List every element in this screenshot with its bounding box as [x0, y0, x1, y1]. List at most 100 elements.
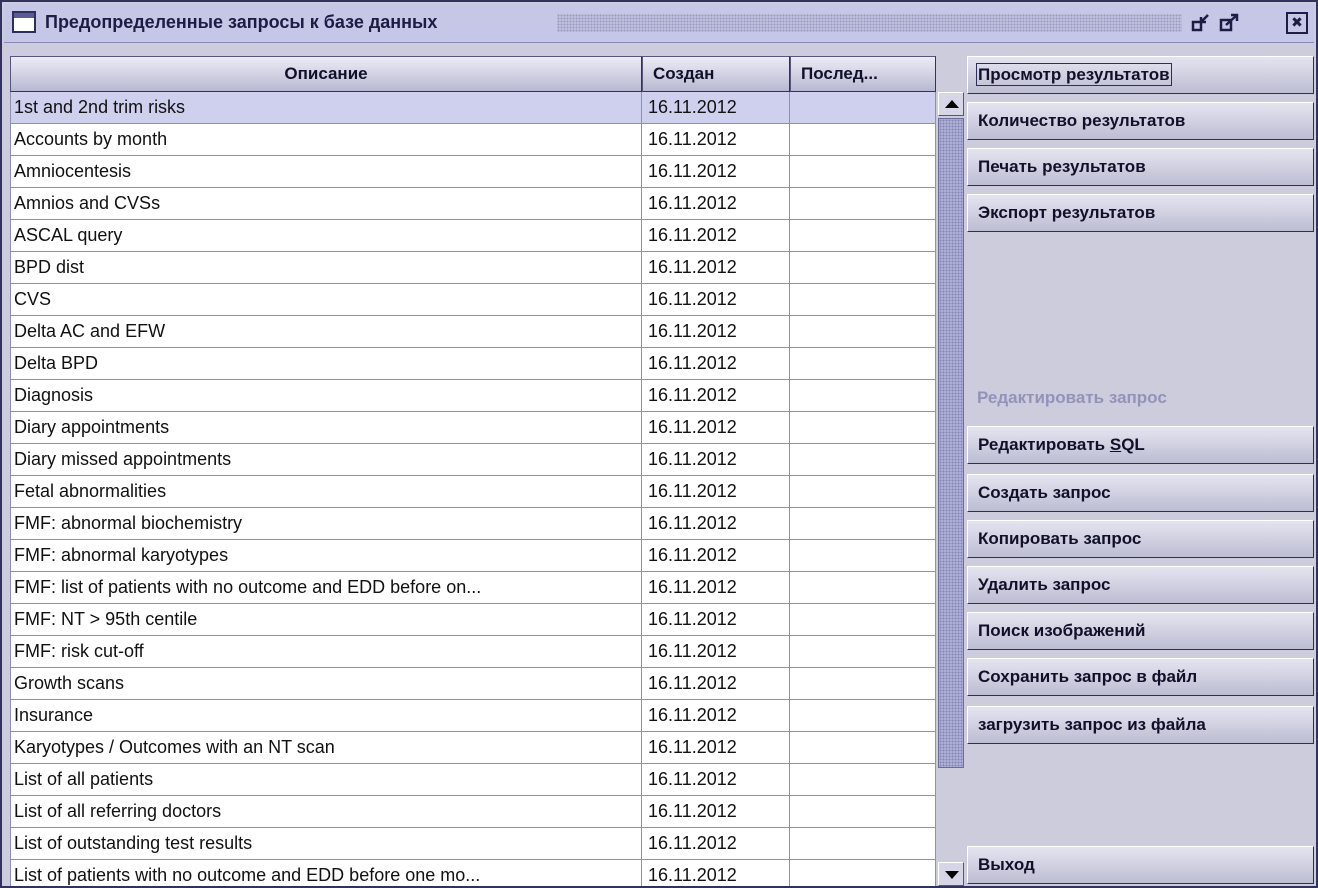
query-window: Предопределенные запросы к базе данных ✖…: [0, 0, 1318, 888]
window-icon: [12, 11, 36, 33]
table-row[interactable]: Growth scans 16.11.2012: [10, 668, 936, 700]
table-row[interactable]: List of outstanding test results 16.11.20…: [10, 828, 936, 860]
cell-last-run: [790, 732, 936, 764]
cell-last-run: [790, 252, 936, 284]
table-row[interactable]: ASCAL query 16.11.2012: [10, 220, 936, 252]
cell-description: Amniocentesis: [10, 156, 642, 188]
load-query-from-file-button[interactable]: загрузить запрос из файла: [967, 706, 1314, 744]
cell-description: FMF: risk cut-off: [10, 636, 642, 668]
cell-description: FMF: NT > 95th centile: [10, 604, 642, 636]
table-row[interactable]: 1st and 2nd trim risks 16.11.2012: [10, 92, 936, 124]
cell-last-run: [790, 188, 936, 220]
window-title: Предопределенные запросы к базе данных: [45, 12, 438, 32]
cell-created: 16.11.2012: [642, 348, 790, 380]
cell-created: 16.11.2012: [642, 764, 790, 796]
cell-last-run: [790, 380, 936, 412]
column-header-last-run[interactable]: Послед...: [790, 56, 936, 92]
cell-last-run: [790, 124, 936, 156]
table-row[interactable]: Insurance 16.11.2012: [10, 700, 936, 732]
exit-button[interactable]: Выход: [967, 846, 1314, 884]
cell-created: 16.11.2012: [642, 572, 790, 604]
cell-last-run: [790, 284, 936, 316]
table-row[interactable]: Amniocentesis 16.11.2012: [10, 156, 936, 188]
cell-created: 16.11.2012: [642, 220, 790, 252]
table-row[interactable]: FMF: list of patients with no outcome an…: [10, 572, 936, 604]
edit-sql-button[interactable]: Редактировать SQL: [967, 426, 1314, 464]
table-row[interactable]: Diagnosis 16.11.2012: [10, 380, 936, 412]
cell-last-run: [790, 540, 936, 572]
table-row[interactable]: Accounts by month 16.11.2012: [10, 124, 936, 156]
table-row[interactable]: CVS 16.11.2012: [10, 284, 936, 316]
create-query-button[interactable]: Создать запрос: [967, 474, 1314, 512]
vertical-scrollbar[interactable]: [938, 92, 964, 886]
export-results-button[interactable]: Экспорт результатов: [967, 194, 1314, 232]
cell-description: Delta BPD: [10, 348, 642, 380]
column-header-description[interactable]: Описание: [10, 56, 642, 92]
edit-query-button: Редактировать запрос: [977, 388, 1167, 407]
table-row[interactable]: Amnios and CVSs 16.11.2012: [10, 188, 936, 220]
table-row[interactable]: Diary missed appointments 16.11.2012: [10, 444, 936, 476]
cell-created: 16.11.2012: [642, 252, 790, 284]
cell-created: 16.11.2012: [642, 380, 790, 412]
minimize-icon[interactable]: [1190, 12, 1212, 34]
cell-description: Fetal abnormalities: [10, 476, 642, 508]
cell-last-run: [790, 764, 936, 796]
queries-table: Описание Создан Послед... 1st and 2nd tr…: [10, 56, 936, 886]
print-results-button[interactable]: Печать результатов: [967, 148, 1314, 186]
delete-query-button[interactable]: Удалить запрос: [967, 566, 1314, 604]
cell-last-run: [790, 156, 936, 188]
table-row[interactable]: Diary appointments 16.11.2012: [10, 412, 936, 444]
table-row[interactable]: List of patients with no outcome and EDD…: [10, 860, 936, 886]
table-row[interactable]: Delta AC and EFW 16.11.2012: [10, 316, 936, 348]
cell-description: FMF: abnormal biochemistry: [10, 508, 642, 540]
table-row[interactable]: List of all referring doctors 16.11.2012: [10, 796, 936, 828]
cell-created: 16.11.2012: [642, 284, 790, 316]
table-row[interactable]: Karyotypes / Outcomes with an NT scan 16.…: [10, 732, 936, 764]
cell-created: 16.11.2012: [642, 700, 790, 732]
cell-last-run: [790, 348, 936, 380]
cell-created: 16.11.2012: [642, 412, 790, 444]
cell-created: 16.11.2012: [642, 860, 790, 886]
title-bar[interactable]: Предопределенные запросы к базе данных ✖: [4, 4, 1314, 43]
close-icon[interactable]: ✖: [1286, 12, 1308, 34]
view-results-button[interactable]: Просмотр результатов: [967, 56, 1314, 94]
save-query-to-file-button[interactable]: Сохранить запрос в файл: [967, 658, 1314, 696]
scroll-down-button[interactable]: [938, 862, 964, 886]
cell-description: Amnios and CVSs: [10, 188, 642, 220]
table-row[interactable]: FMF: risk cut-off 16.11.2012: [10, 636, 936, 668]
copy-query-button[interactable]: Копировать запрос: [967, 520, 1314, 558]
table-header: Описание Создан Послед...: [10, 56, 936, 92]
cell-description: List of patients with no outcome and EDD…: [10, 860, 642, 886]
count-results-button[interactable]: Количество результатов: [967, 102, 1314, 140]
cell-created: 16.11.2012: [642, 316, 790, 348]
arrow-up-icon: [945, 100, 959, 108]
title-bar-grip[interactable]: [557, 14, 1182, 32]
cell-description: Growth scans: [10, 668, 642, 700]
table-row[interactable]: Delta BPD 16.11.2012: [10, 348, 936, 380]
table-row[interactable]: FMF: abnormal biochemistry 16.11.2012: [10, 508, 936, 540]
scroll-up-button[interactable]: [938, 92, 964, 116]
cell-created: 16.11.2012: [642, 444, 790, 476]
cell-description: Diagnosis: [10, 380, 642, 412]
cell-created: 16.11.2012: [642, 668, 790, 700]
scroll-thumb[interactable]: [938, 118, 964, 768]
table-row[interactable]: FMF: NT > 95th centile 16.11.2012: [10, 604, 936, 636]
cell-description: List of outstanding test results: [10, 828, 642, 860]
table-row[interactable]: FMF: abnormal karyotypes 16.11.2012: [10, 540, 936, 572]
cell-created: 16.11.2012: [642, 796, 790, 828]
cell-description: FMF: abnormal karyotypes: [10, 540, 642, 572]
column-header-created[interactable]: Создан: [642, 56, 790, 92]
find-images-button[interactable]: Поиск изображений: [967, 612, 1314, 650]
cell-created: 16.11.2012: [642, 476, 790, 508]
table-row[interactable]: Fetal abnormalities 16.11.2012: [10, 476, 936, 508]
maximize-icon[interactable]: [1218, 12, 1240, 34]
cell-description: Accounts by month: [10, 124, 642, 156]
arrow-down-icon: [945, 871, 959, 879]
table-row[interactable]: List of all patients 16.11.2012: [10, 764, 936, 796]
cell-created: 16.11.2012: [642, 636, 790, 668]
cell-last-run: [790, 796, 936, 828]
table-row[interactable]: BPD dist 16.11.2012: [10, 252, 936, 284]
cell-description: BPD dist: [10, 252, 642, 284]
cell-description: Insurance: [10, 700, 642, 732]
cell-created: 16.11.2012: [642, 92, 790, 124]
